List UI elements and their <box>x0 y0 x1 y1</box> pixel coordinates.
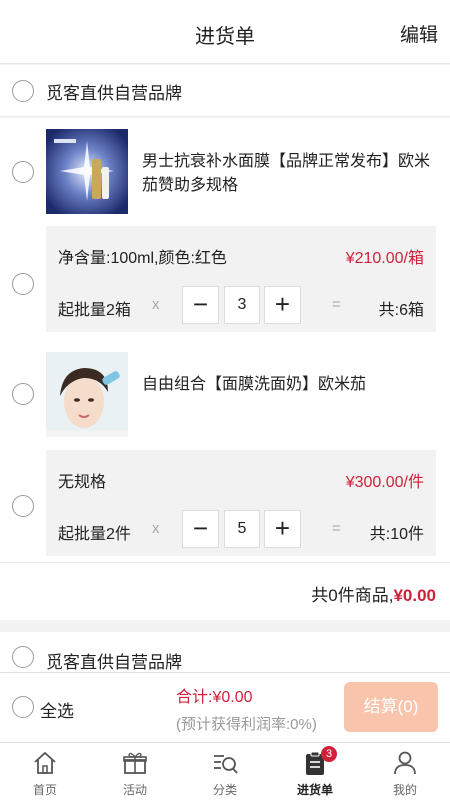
store-name: 觅客直供自营品牌 <box>46 653 182 672</box>
quantity-input[interactable]: 5 <box>224 510 260 548</box>
tab-mine[interactable]: 我的 <box>360 743 450 800</box>
product-item: 自由组合【面膜洗面奶】欧米茄 <box>0 344 450 450</box>
equals-sign: = <box>332 520 341 537</box>
spec-row: 净含量:100ml,颜色:红色 ¥210.00/箱 起批量2箱 x − 3 + … <box>0 226 450 344</box>
decrease-button[interactable]: − <box>182 510 219 548</box>
spec-select-radio[interactable] <box>12 495 34 517</box>
woman-face-photo-icon <box>46 352 128 437</box>
tab-label: 我的 <box>392 783 417 797</box>
spec-text: 无规格 <box>58 474 107 491</box>
cart-count-badge: 3 <box>321 746 337 762</box>
edit-button[interactable]: 编辑 <box>400 20 438 47</box>
min-order-qty: 起批量2箱 <box>58 302 131 319</box>
category-search-icon <box>214 755 238 774</box>
spec-box: 净含量:100ml,颜色:红色 ¥210.00/箱 起批量2箱 x − 3 + … <box>46 226 436 332</box>
spec-price: ¥300.00/件 <box>345 474 424 491</box>
select-all-label[interactable]: 全选 <box>40 697 74 722</box>
subtotal-label: 共0件商品, <box>311 586 394 605</box>
multiply-sign: x <box>152 520 160 537</box>
tab-activity[interactable]: 活动 <box>90 743 180 800</box>
spec-total: 共:10件 <box>369 526 424 543</box>
subtotal-text: 共0件商品,¥0.00 <box>311 581 436 606</box>
page-title: 进货单 <box>195 26 255 48</box>
spec-box: 无规格 ¥300.00/件 起批量2件 x − 5 + = 共:10件 <box>46 450 436 556</box>
product-thumbnail[interactable] <box>46 129 128 214</box>
product-name[interactable]: 自由组合【面膜洗面奶】欧米茄 <box>142 373 436 397</box>
product-item: 男士抗衰补水面膜【品牌正常发布】欧米茄赞助多规格 <box>0 118 450 226</box>
total-sum: 合计:¥0.00 <box>176 689 253 706</box>
tab-order-list[interactable]: 3 进货单 <box>270 743 360 800</box>
profit-rate: (预计获得利润率:0%) <box>176 716 317 733</box>
store-name: 觅客直供自营品牌 <box>46 84 182 103</box>
increase-button[interactable]: + <box>264 286 301 324</box>
min-order-qty: 起批量2件 <box>58 526 131 543</box>
tab-category[interactable]: 分类 <box>180 743 270 800</box>
checkout-bar: 全选 合计:¥0.00 (预计获得利润率:0%) 结算(0) <box>0 672 450 742</box>
home-icon <box>34 751 56 774</box>
top-header: 进货单 编辑 <box>0 0 450 64</box>
store-select-radio[interactable] <box>12 646 34 668</box>
subtotal-amount: ¥0.00 <box>393 586 436 605</box>
product-select-radio[interactable] <box>12 383 34 405</box>
product-name[interactable]: 男士抗衰补水面膜【品牌正常发布】欧米茄赞助多规格 <box>142 150 436 198</box>
decrease-button[interactable]: − <box>182 286 219 324</box>
tab-home[interactable]: 首页 <box>0 743 90 800</box>
multiply-sign: x <box>152 296 160 313</box>
store-header: 觅客直供自营品牌 <box>0 632 450 672</box>
store-header: 觅客直供自营品牌 <box>0 65 450 117</box>
store-select-radio[interactable] <box>12 80 34 102</box>
quantity-input[interactable]: 3 <box>224 286 260 324</box>
store-subtotal: 共0件商品,¥0.00 <box>0 562 450 620</box>
tab-label: 首页 <box>32 783 57 797</box>
equals-sign: = <box>332 296 341 313</box>
spec-total: 共:6箱 <box>378 302 424 319</box>
checkout-button[interactable]: 结算(0) <box>344 682 438 732</box>
tab-label: 分类 <box>212 783 237 797</box>
spec-price: ¥210.00/箱 <box>345 250 424 267</box>
bottom-tab-bar: 首页 活动 分类 3 进货单 我的 <box>0 742 450 800</box>
user-icon <box>394 751 416 775</box>
tab-label: 活动 <box>122 783 147 797</box>
gift-icon <box>123 752 147 774</box>
spec-text: 净含量:100ml,颜色:红色 <box>58 250 227 267</box>
quantity-stepper: − 3 + <box>182 286 302 324</box>
product-select-radio[interactable] <box>12 161 34 183</box>
quantity-stepper: − 5 + <box>182 510 302 548</box>
spec-select-radio[interactable] <box>12 273 34 295</box>
spec-row: 无规格 ¥300.00/件 起批量2件 x − 5 + = 共:10件 <box>0 450 450 562</box>
product-thumbnail[interactable] <box>46 352 128 437</box>
increase-button[interactable]: + <box>264 510 301 548</box>
tab-label: 进货单 <box>296 783 333 797</box>
select-all-radio[interactable] <box>12 696 34 718</box>
mask-product-photo-icon <box>46 129 128 214</box>
